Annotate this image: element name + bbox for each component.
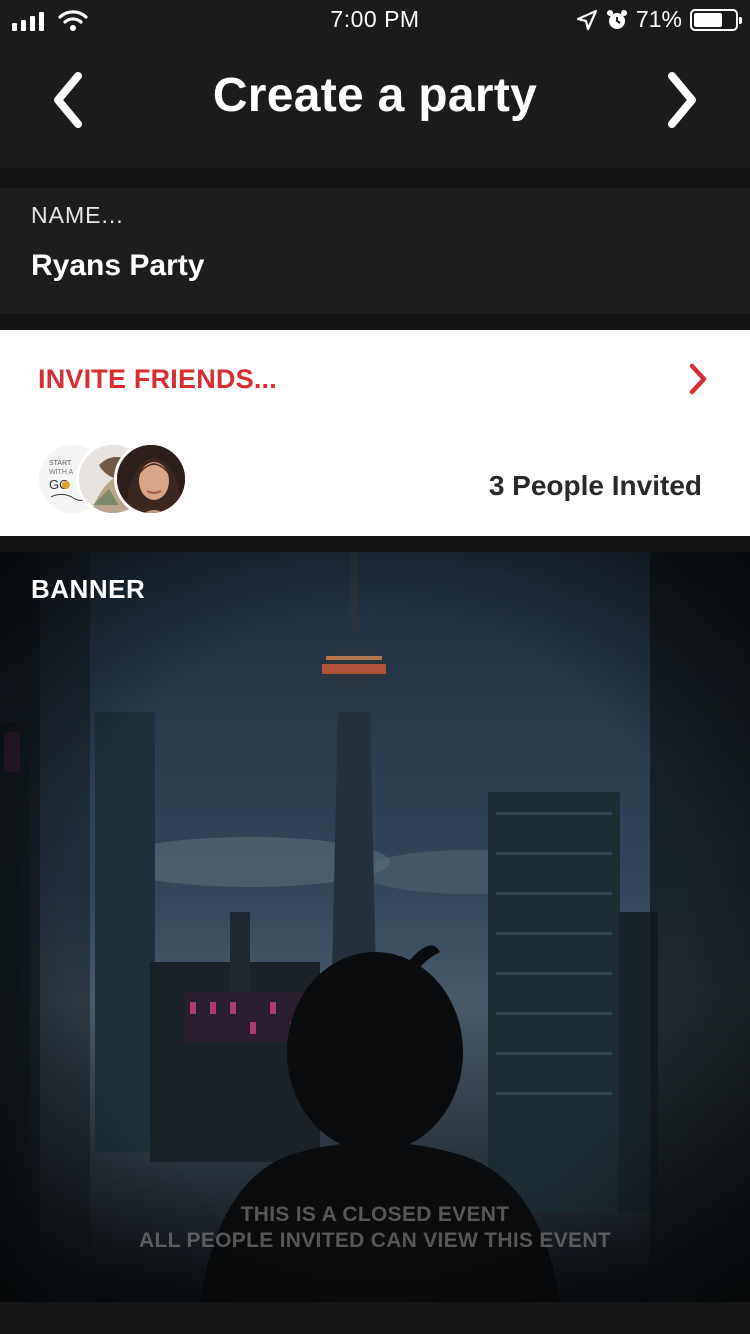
banner-image[interactable]: BANNER THIS IS A CLOSED EVENT ALL PEOPLE… — [0, 552, 750, 1302]
battery-level — [694, 12, 723, 27]
closed-event-line2: ALL PEOPLE INVITED CAN VIEW THIS EVENT — [139, 1229, 611, 1252]
nav-bar: Create a party — [0, 40, 750, 168]
chevron-right-icon — [668, 72, 696, 128]
chevron-right-icon — [689, 363, 707, 395]
city-skyline-image — [0, 552, 750, 1302]
svg-text:START: START — [49, 460, 72, 467]
battery-percent: 71% — [635, 6, 682, 32]
avatar — [114, 442, 188, 516]
bottom-strip — [0, 1302, 750, 1334]
alarm-icon — [606, 9, 627, 29]
location-icon — [576, 9, 598, 30]
closed-event-line1: THIS IS A CLOSED EVENT — [240, 1203, 510, 1226]
invite-friends-button[interactable]: INVITE FRIENDS... — [0, 330, 750, 428]
name-label: NAME... — [31, 202, 124, 228]
invited-avatars[interactable]: START WITH A GO — [36, 442, 196, 522]
party-name-input[interactable] — [31, 246, 711, 286]
page-title: Create a party — [212, 69, 538, 122]
status-bar: 7:00 PM 71% — [0, 0, 750, 40]
closed-event-note: THIS IS A CLOSED EVENT ALL PEOPLE INVITE… — [0, 1202, 750, 1254]
battery-icon — [690, 8, 742, 31]
invite-friends-label: INVITE FRIENDS... — [38, 364, 277, 394]
invite-section: INVITE FRIENDS... START WITH A GO 3 Peop… — [0, 330, 750, 536]
next-button[interactable] — [656, 70, 706, 130]
invited-count: 3 People Invited — [488, 470, 702, 501]
name-section: NAME... — [0, 188, 750, 314]
svg-text:WITH A: WITH A — [49, 469, 73, 476]
banner-label: BANNER — [31, 574, 146, 604]
